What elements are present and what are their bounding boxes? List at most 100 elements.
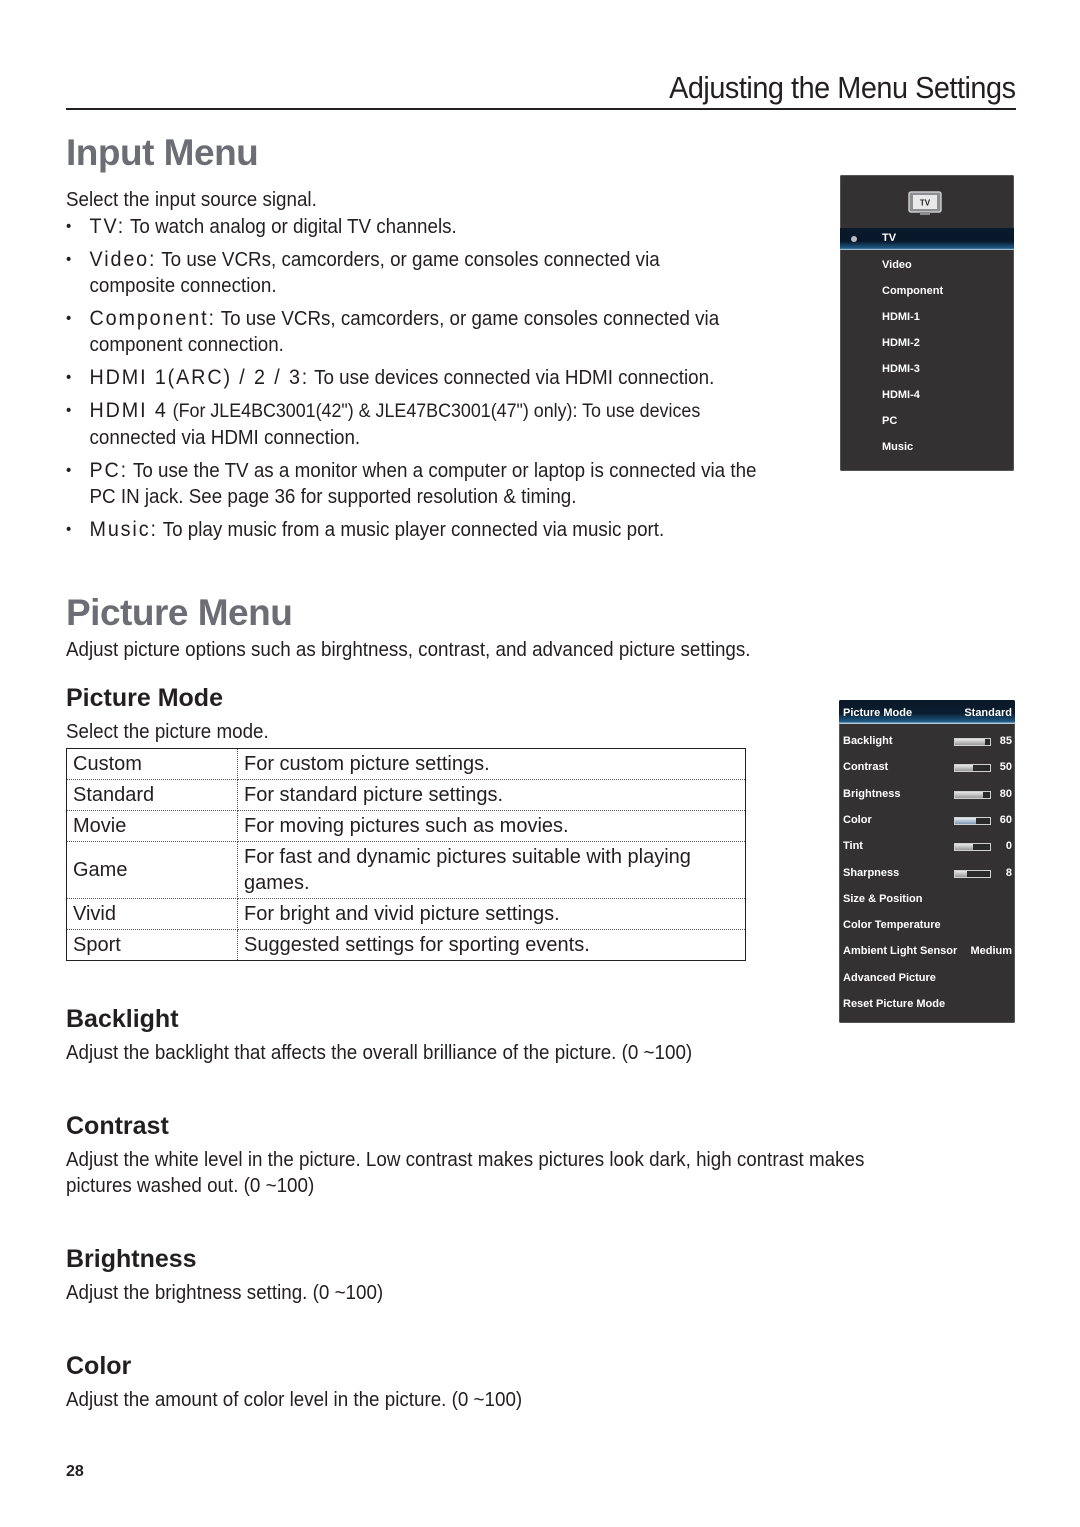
item-value: Medium	[970, 945, 1012, 958]
bullet-term: Music:	[89, 518, 158, 541]
svg-text:TV: TV	[920, 199, 931, 208]
input-source-list: TV: To watch analog or digital TV channe…	[66, 214, 826, 550]
osd-input-item-hdmi-4[interactable]: HDMI-4	[840, 382, 1014, 408]
osd-slider-tint[interactable]: Tint 0	[839, 833, 1015, 859]
input-menu-title: Input Menu	[66, 132, 259, 173]
osd-slider-sharpness[interactable]: Sharpness 8	[839, 860, 1015, 886]
osd-item-advanced-picture[interactable]: Advanced Picture	[839, 965, 1015, 991]
slider-label: Tint	[843, 840, 863, 853]
bullet-term: Video:	[89, 248, 157, 271]
color-heading: Color	[66, 1352, 132, 1380]
slider-label: Sharpness	[843, 866, 900, 879]
table-row: Standard For standard picture settings.	[66, 779, 746, 811]
input-bullet-hdmi-4: HDMI 4 (For JLE4BC3001(42") & JLE47BC300…	[66, 398, 780, 451]
osd-slider-backlight[interactable]: Backlight 85	[839, 728, 1015, 754]
mode-description: For moving pictures such as movies.	[237, 810, 746, 842]
osd-input-item-hdmi-2[interactable]: HDMI-2	[840, 330, 1014, 356]
mode-description: For bright and vivid picture settings.	[237, 898, 746, 930]
bullet-term: TV:	[89, 215, 126, 238]
bullet-text: To play music from a music player connec…	[157, 519, 665, 541]
table-row: Movie For moving pictures such as movies.	[66, 810, 746, 842]
contrast-description: Adjust the white level in the picture. L…	[66, 1149, 865, 1171]
osd-input-item-pc[interactable]: PC	[840, 408, 1014, 434]
slider-track[interactable]	[954, 843, 991, 852]
bullet-term: HDMI 4	[89, 399, 168, 422]
slider-track[interactable]	[954, 869, 991, 878]
bullet-continuation: PC IN jack. See page 36 for supported re…	[89, 486, 577, 508]
osd-input-item-tv[interactable]: TV	[840, 228, 1014, 250]
slider-value: 50	[999, 761, 1012, 774]
running-header: Adjusting the Menu Settings	[66, 70, 1016, 110]
item-label: Color Temperature	[843, 919, 941, 932]
slider-fill	[955, 817, 976, 824]
osd-item-ambient-light-sensor[interactable]: Ambient Light Sensor Medium	[839, 938, 1015, 964]
slider-track[interactable]	[954, 816, 991, 825]
bullet-text: To use the TV as a monitor when a comput…	[128, 460, 757, 482]
table-row: Vivid For bright and vivid picture settin…	[66, 898, 746, 930]
slider-label: Contrast	[843, 761, 889, 774]
bullet-text: To use VCRs, camcorders, or game console…	[156, 249, 660, 271]
item-label: Size & Position	[843, 892, 923, 905]
bullet-note: (For JLE4BC3001(42") & JLE47BC3001(47") …	[167, 401, 701, 422]
mode-description: Suggested settings for sporting events.	[244, 934, 590, 956]
osd-item-reset-picture-mode[interactable]: Reset Picture Mode	[839, 991, 1015, 1017]
osd-input-item-hdmi-1[interactable]: HDMI-1	[840, 304, 1014, 330]
mode-name: Standard	[66, 779, 238, 811]
bullet-continuation: connected via HDMI connection.	[89, 427, 361, 449]
mode-name: Movie	[66, 810, 238, 842]
brightness-description: Adjust the brightness setting. (0 ~100)	[66, 1282, 384, 1304]
osd-slider-color[interactable]: Color 60	[839, 807, 1015, 833]
osd-input-item-music[interactable]: Music	[840, 434, 1014, 460]
slider-track[interactable]	[954, 790, 991, 799]
picture-mode-intro: Select the picture mode.	[66, 721, 269, 743]
osd-input-item-component[interactable]: Component	[840, 278, 1014, 304]
picture-menu-osd: Picture Mode Standard Backlight 85 Contras…	[839, 700, 1015, 1023]
mode-name: Custom	[66, 748, 238, 780]
slider-track[interactable]	[954, 738, 991, 746]
backlight-description: Adjust the backlight that affects the ov…	[66, 1042, 693, 1064]
input-bullet-pc: PC: To use the TV as a monitor when a co…	[66, 458, 780, 510]
slider-fill	[955, 791, 983, 798]
slider-value: 60	[999, 813, 1012, 826]
bullet-text: To use VCRs, camcorders, or game console…	[215, 308, 720, 330]
item-label: Ambient Light Sensor	[843, 945, 958, 958]
mode-name: Vivid	[66, 898, 238, 930]
input-bullet-tv: TV: To watch analog or digital TV channe…	[66, 214, 780, 240]
mode-description: For fast and dynamic pictures suitable w…	[237, 841, 746, 899]
slider-value: 8	[1005, 866, 1012, 879]
slider-label: Backlight	[843, 735, 893, 747]
slider-label: Color	[843, 813, 872, 826]
slider-fill	[955, 765, 973, 772]
mode-name: Sport	[66, 929, 238, 961]
osd-item-color-temperature[interactable]: Color Temperature	[839, 912, 1015, 938]
slider-track[interactable]	[954, 764, 991, 773]
contrast-heading: Contrast	[66, 1112, 169, 1140]
osd-slider-contrast[interactable]: Contrast 50	[839, 754, 1015, 780]
picture-menu-title: Picture Menu	[66, 592, 293, 633]
input-bullet-video: Video: To use VCRs, camcorders, or game …	[66, 247, 780, 299]
input-bullet-hdmi-1-3: HDMI 1(ARC) / 2 / 3: To use devices conn…	[66, 365, 780, 391]
osd-picture-mode-row[interactable]: Picture Mode Standard	[839, 700, 1015, 724]
mode-description: For standard picture settings.	[237, 779, 746, 811]
slider-value: 0	[1005, 840, 1012, 853]
picture-mode-heading: Picture Mode	[66, 684, 223, 712]
contrast-description-cont: pictures washed out. (0 ~100)	[66, 1175, 315, 1197]
slider-value: 80	[999, 787, 1012, 800]
osd-input-item-video[interactable]: Video	[840, 252, 1014, 278]
bullet-continuation: composite connection.	[89, 275, 277, 297]
osd-input-item-hdmi-3[interactable]: HDMI-3	[840, 356, 1014, 382]
slider-fill	[955, 739, 985, 745]
running-title: Adjusting the Menu Settings	[669, 70, 1017, 105]
tv-icon: TV	[908, 191, 942, 215]
page-number: 28	[66, 1463, 84, 1480]
input-bullet-component: Component: To use VCRs, camcorders, or g…	[66, 306, 780, 358]
item-label: Reset Picture Mode	[843, 998, 946, 1010]
osd-item-size-position[interactable]: Size & Position	[839, 886, 1015, 912]
osd-slider-brightness[interactable]: Brightness 80	[839, 781, 1015, 807]
table-row: Game For fast and dynamic pictures suitab…	[66, 841, 746, 899]
picture-menu-intro: Adjust picture options such as birghtnes…	[66, 639, 751, 661]
bullet-term: HDMI 1(ARC) / 2 / 3:	[89, 366, 310, 389]
bullet-term: PC:	[89, 459, 129, 482]
picture-mode-table: Custom For custom picture settings. Stand…	[66, 748, 746, 961]
slider-fill	[955, 844, 973, 851]
